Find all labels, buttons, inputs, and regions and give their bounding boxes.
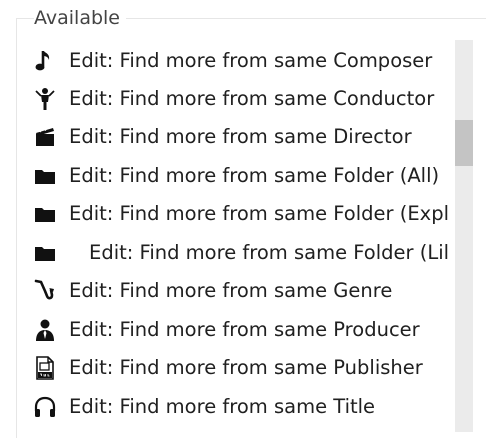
list-item-label: Edit: Find more from same Composer <box>69 49 433 72</box>
list-item-label: Edit: Find more from same Title <box>69 395 376 418</box>
folder-icon <box>33 164 57 188</box>
conductor-icon <box>33 87 57 111</box>
list-item-producer[interactable]: Edit: Find more from same Producer <box>17 311 455 349</box>
list-item-composer[interactable]: Edit: Find more from same Composer <box>17 42 455 80</box>
list-item-title[interactable]: Edit: Find more from same Title <box>17 388 455 426</box>
vertical-scrollbar[interactable] <box>455 40 473 432</box>
list-item-director[interactable]: Edit: Find more from same Director <box>17 118 455 156</box>
group-legend: Available <box>34 5 127 31</box>
list-item-label: Edit: Find more from same Director <box>69 125 412 148</box>
producer-icon <box>33 318 57 342</box>
list-item-label: Edit: Find more from same Folder (Expl <box>69 202 449 225</box>
list-item-conductor[interactable]: Edit: Find more from same Conductor <box>17 80 455 118</box>
list-item-label: Edit: Find more from same Folder (All) <box>69 164 440 187</box>
list-item-label: Edit: Find more from same Folder (Lil <box>89 241 450 264</box>
folder-icon <box>33 202 57 226</box>
list-item-folder-all[interactable]: Edit: Find more from same Folder (All) <box>17 157 455 195</box>
saxophone-icon <box>33 279 57 303</box>
headphones-icon <box>33 395 57 419</box>
folder-icon <box>33 241 57 265</box>
list-item-label: Edit: Find more from same Publisher <box>69 356 423 379</box>
list-item-genre[interactable]: Edit: Find more from same Genre <box>17 272 455 310</box>
music-note-icon <box>33 49 57 73</box>
list-item-folder-expl[interactable]: Edit: Find more from same Folder (Expl <box>17 195 455 233</box>
scrollbar-thumb[interactable] <box>455 120 473 166</box>
list-item-label: Edit: Find more from same Producer <box>69 318 420 341</box>
list-item-label: Edit: Find more from same Conductor <box>69 87 435 110</box>
available-list[interactable]: Edit: Find more from same Composer Edit:… <box>17 40 455 432</box>
clapperboard-icon <box>33 125 57 149</box>
publisher-icon <box>33 356 57 380</box>
list-item-publisher[interactable]: Edit: Find more from same Publisher <box>17 349 455 387</box>
list-item-label: Edit: Find more from same Genre <box>69 279 393 302</box>
list-item-folder-lil[interactable]: Edit: Find more from same Folder (Lil <box>17 234 455 272</box>
